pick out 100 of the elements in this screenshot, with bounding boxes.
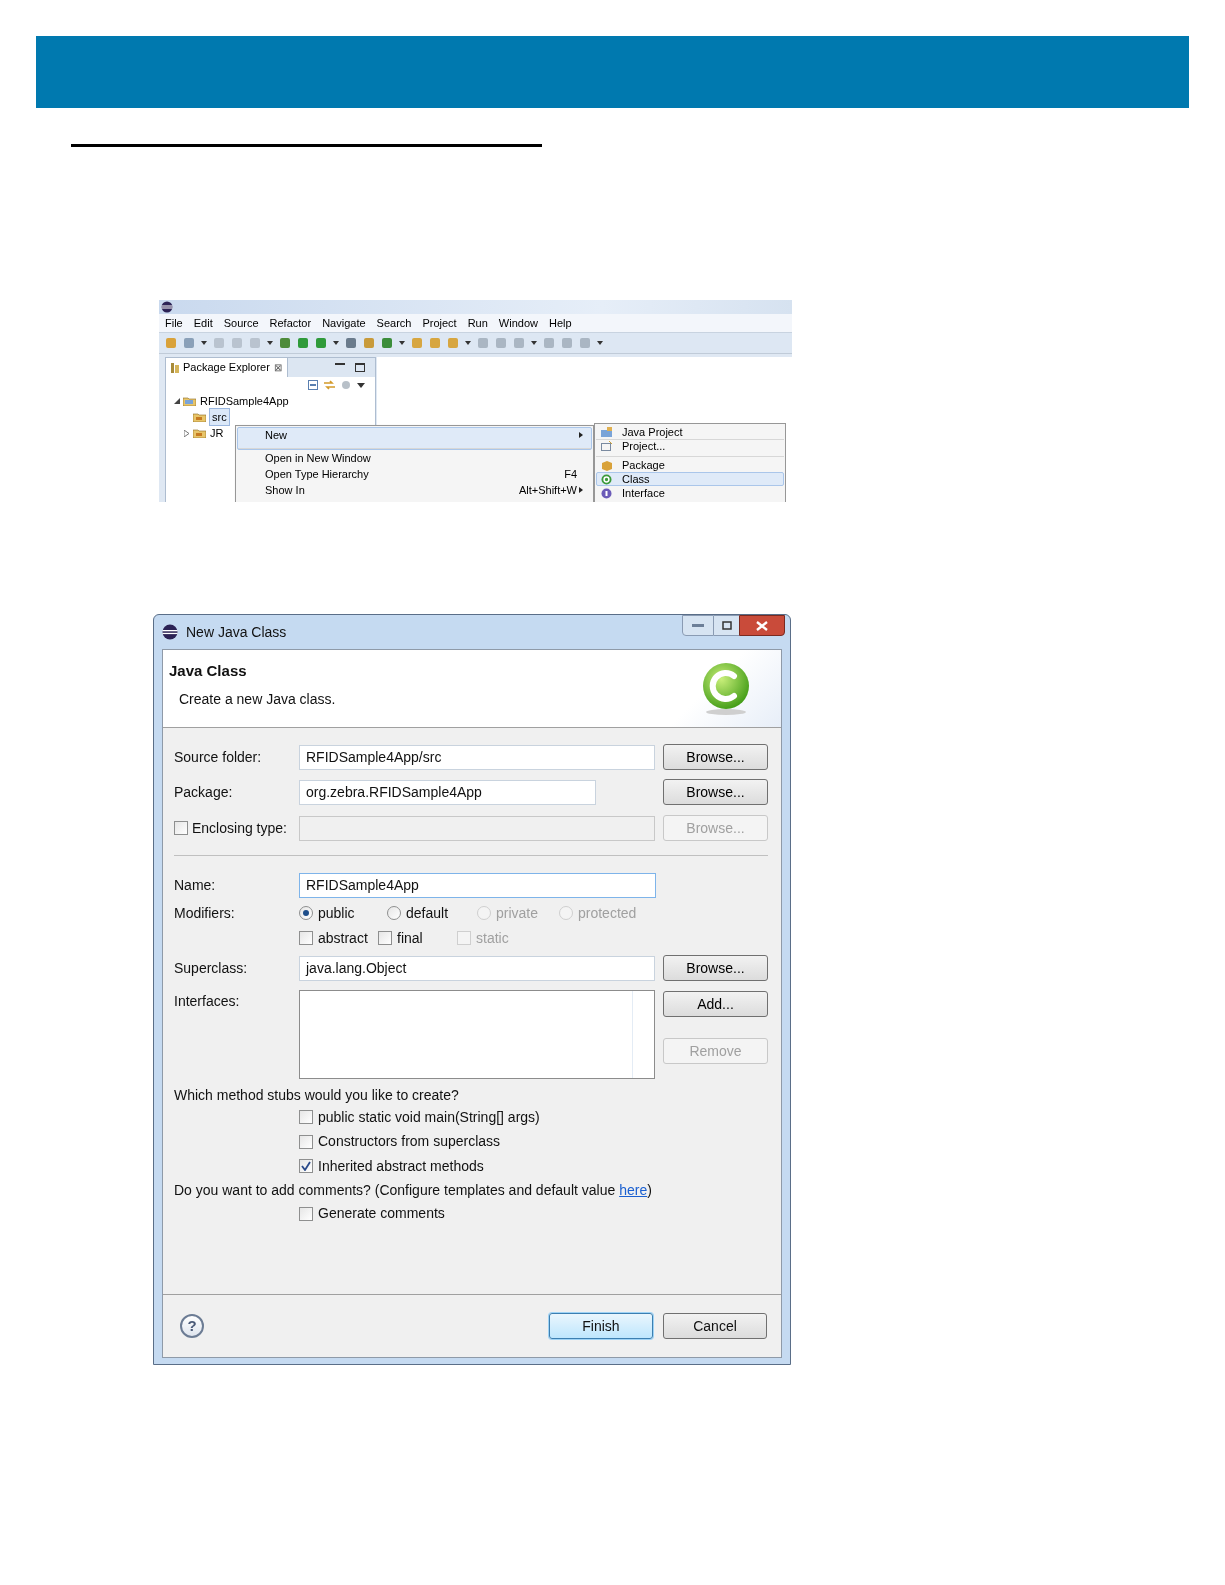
help-button[interactable]: ? bbox=[180, 1314, 204, 1338]
tree-item[interactable]: JR bbox=[209, 424, 225, 442]
field-label: Source folder: bbox=[174, 747, 263, 767]
checkbox-label: public static void main(String[] args) bbox=[318, 1107, 540, 1127]
source-folder-icon bbox=[193, 428, 206, 438]
menu-item[interactable]: Search bbox=[376, 314, 412, 332]
input-field[interactable]: RFIDSample4App bbox=[299, 872, 656, 898]
check-icon bbox=[301, 1161, 311, 1172]
menu-item[interactable]: New bbox=[237, 427, 592, 450]
checkbox[interactable] bbox=[174, 821, 188, 835]
dropdown-arrow-icon bbox=[465, 341, 471, 345]
menu-item[interactable]: Package bbox=[596, 458, 784, 472]
menu-item[interactable]: Refactor bbox=[269, 314, 312, 332]
menu-item[interactable]: File bbox=[165, 314, 183, 332]
menu-item[interactable]: Project... bbox=[596, 439, 784, 458]
field-label: Package: bbox=[174, 782, 234, 802]
radio-button[interactable] bbox=[387, 906, 401, 920]
project-folder-icon bbox=[183, 396, 196, 406]
dropdown-arrow-icon bbox=[597, 341, 603, 345]
checkbox[interactable] bbox=[299, 1110, 313, 1125]
dialog-description: Create a new Java class. bbox=[179, 689, 337, 709]
minimize-icon bbox=[335, 363, 345, 366]
dropdown-arrow-icon bbox=[333, 341, 339, 345]
checkbox-label: abstract bbox=[318, 928, 368, 948]
eclipse-logo-icon bbox=[162, 624, 178, 640]
dialog-button[interactable]: Finish bbox=[549, 1313, 653, 1339]
tree-item[interactable]: RFIDSample4App bbox=[199, 392, 290, 410]
input-field[interactable]: java.lang.Object bbox=[299, 955, 655, 981]
menu-item[interactable]: Navigate bbox=[322, 314, 366, 332]
checkbox[interactable] bbox=[299, 1134, 313, 1149]
dialog-heading: Java Class bbox=[169, 661, 248, 681]
input-field[interactable]: org.zebra.RFIDSample4App bbox=[299, 779, 596, 805]
menu-item[interactable]: Interface bbox=[596, 486, 784, 500]
eclipse-logo-icon bbox=[161, 301, 173, 313]
shortcut-label: F4 bbox=[564, 466, 577, 482]
radio-label: public bbox=[318, 903, 355, 923]
view-menu-icon bbox=[357, 382, 365, 388]
menu-item[interactable]: Class bbox=[596, 472, 784, 486]
close-tab-icon[interactable]: ⊠ bbox=[273, 360, 282, 375]
radio-button[interactable] bbox=[299, 906, 313, 920]
checkbox[interactable] bbox=[299, 1159, 313, 1174]
interfaces-list[interactable] bbox=[299, 990, 655, 1079]
menu-item[interactable]: Show In Alt+Shift+W bbox=[237, 482, 592, 498]
checkbox-label: final bbox=[397, 928, 423, 948]
question-text: Do you want to add comments? (Configure templates and default value here) bbox=[174, 1181, 652, 1200]
field-label: Name: bbox=[174, 875, 217, 895]
dropdown-arrow-icon bbox=[267, 341, 273, 345]
checkbox-label: Constructors from superclass bbox=[318, 1132, 501, 1152]
menu-item[interactable]: Source bbox=[223, 314, 259, 332]
maximize-icon bbox=[721, 621, 732, 630]
menu-item[interactable]: Edit bbox=[193, 314, 213, 332]
menu-item[interactable]: Java Project bbox=[596, 425, 784, 439]
maximize-icon bbox=[355, 363, 365, 372]
minimize-icon bbox=[692, 624, 704, 627]
radio-label: default bbox=[406, 903, 449, 923]
dialog-button[interactable]: Cancel bbox=[663, 1313, 767, 1339]
menu-item[interactable]: Run bbox=[467, 314, 488, 332]
source-folder-icon bbox=[193, 412, 206, 422]
minimize-button[interactable] bbox=[682, 615, 714, 636]
package-explorer-icon bbox=[171, 362, 179, 373]
field-label: Superclass: bbox=[174, 958, 249, 978]
checkbox[interactable] bbox=[299, 931, 313, 945]
class-wizard-icon bbox=[700, 661, 752, 716]
tree-item[interactable]: src bbox=[209, 407, 230, 427]
question-text: Which method stubs would you like to create? bbox=[174, 1085, 459, 1105]
close-icon bbox=[756, 620, 768, 631]
field-label: Modifiers: bbox=[174, 903, 236, 923]
dropdown-arrow-icon bbox=[531, 341, 537, 345]
menu-item[interactable]: Project bbox=[422, 314, 457, 332]
project-icon bbox=[601, 440, 612, 452]
submenu-arrow-icon bbox=[579, 487, 583, 493]
maximize-button[interactable] bbox=[714, 615, 739, 636]
menu-item[interactable]: Window bbox=[498, 314, 538, 332]
input-field[interactable]: RFIDSample4App/src bbox=[299, 744, 655, 770]
collapse-all-icon bbox=[308, 380, 318, 390]
close-button[interactable] bbox=[739, 615, 785, 636]
java-project-icon bbox=[601, 426, 612, 438]
browse-button[interactable]: Browse... bbox=[663, 779, 768, 805]
menu-item[interactable]: Help bbox=[549, 314, 572, 332]
dropdown-arrow-icon bbox=[201, 341, 207, 345]
browse-button[interactable]: Add... bbox=[663, 991, 768, 1017]
link[interactable]: here bbox=[619, 1182, 648, 1198]
interface-icon bbox=[601, 487, 612, 499]
field-label: Interfaces: bbox=[174, 992, 241, 1011]
checkbox[interactable] bbox=[299, 1206, 313, 1221]
checkbox-label: Generate comments bbox=[318, 1204, 445, 1223]
radio-label: protected bbox=[578, 903, 637, 923]
checkbox-label: Enclosing type: bbox=[192, 818, 287, 838]
checkbox-label: Inherited abstract methods bbox=[318, 1156, 484, 1176]
dropdown-arrow-icon bbox=[399, 341, 405, 345]
browse-button[interactable]: Browse... bbox=[663, 955, 768, 981]
checkbox-label: static bbox=[476, 928, 509, 948]
menu-item[interactable]: Open in New Window bbox=[237, 450, 592, 466]
checkbox[interactable] bbox=[378, 931, 392, 945]
radio-label: private bbox=[496, 903, 539, 923]
submenu-arrow-icon bbox=[579, 432, 583, 438]
view-tab[interactable]: Package Explorer ⊠ bbox=[166, 358, 288, 377]
shortcut-label: Alt+Shift+W bbox=[518, 482, 577, 498]
menu-item[interactable]: Open Type Hierarchy F4 bbox=[237, 466, 592, 482]
browse-button[interactable]: Browse... bbox=[663, 744, 768, 770]
